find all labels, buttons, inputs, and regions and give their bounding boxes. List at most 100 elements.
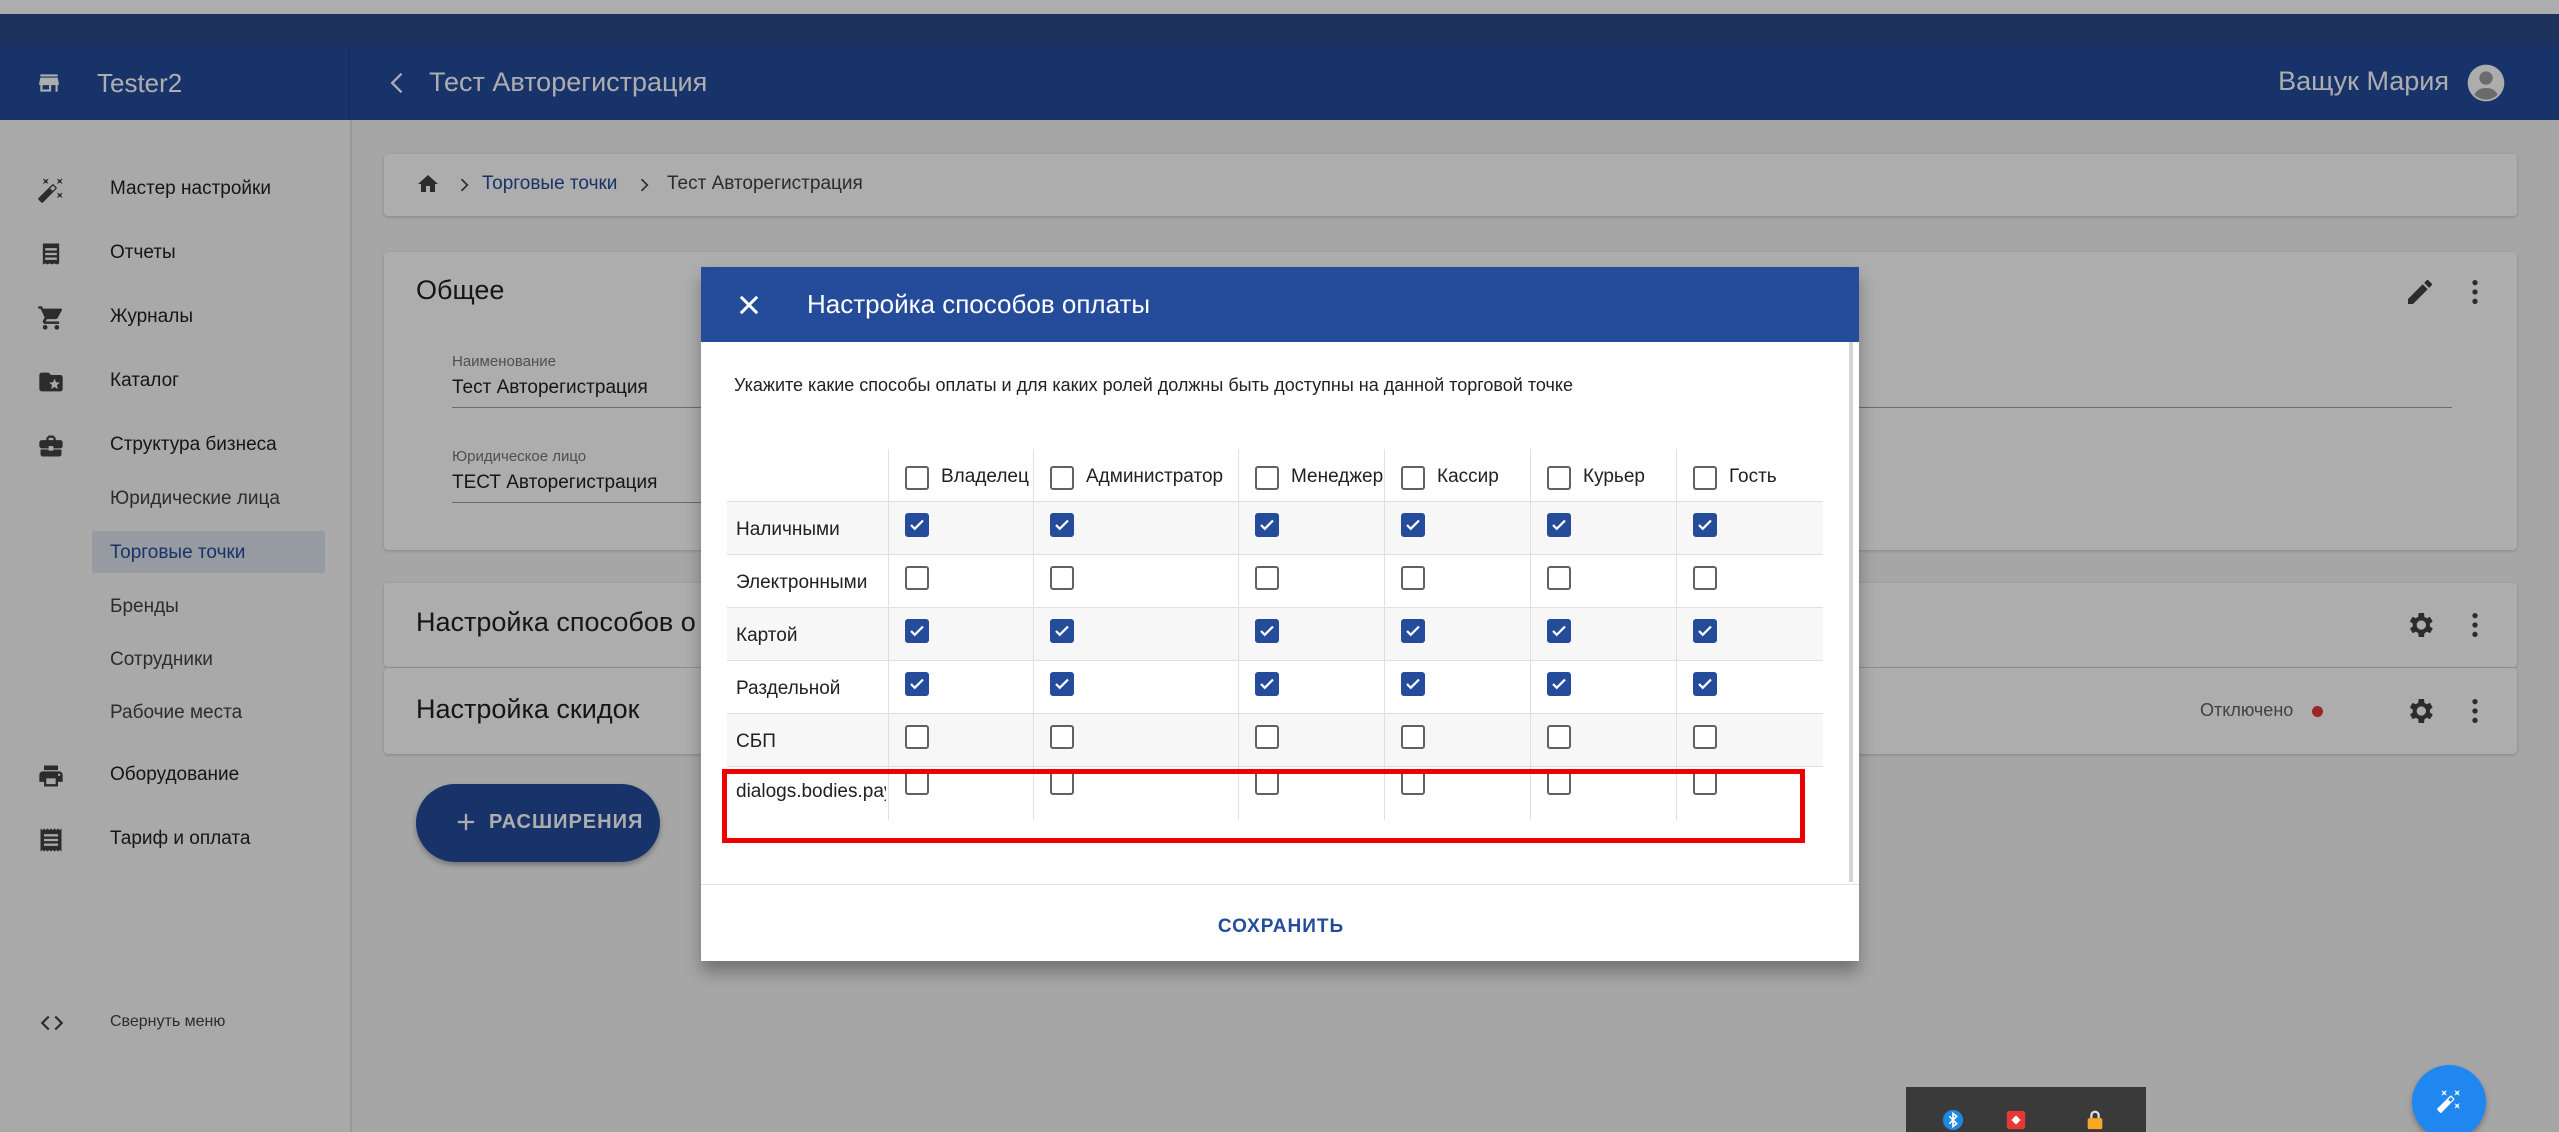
- dialog-title: Настройка способов оплаты: [807, 289, 1151, 319]
- permission-checkbox[interactable]: [1547, 513, 1571, 537]
- table-cell: [1238, 714, 1384, 766]
- table-cell: [1384, 608, 1530, 660]
- table-cell: [1384, 502, 1530, 554]
- permission-checkbox[interactable]: [1401, 672, 1425, 696]
- select-column-checkbox[interactable]: [1401, 466, 1425, 490]
- table-cell: [1676, 608, 1823, 660]
- permission-checkbox[interactable]: [1255, 513, 1279, 537]
- table-cell: [1033, 502, 1238, 554]
- app-tray-icon[interactable]: [2005, 1109, 2027, 1131]
- table-cell: [1238, 661, 1384, 713]
- table-cell: [1033, 714, 1238, 766]
- permission-checkbox[interactable]: [1050, 619, 1074, 643]
- system-tray: [1906, 1087, 2146, 1132]
- permission-checkbox[interactable]: [1255, 619, 1279, 643]
- permission-checkbox[interactable]: [1693, 725, 1717, 749]
- table-cell: [888, 608, 1033, 660]
- payment-method-label: Картой: [736, 625, 798, 646]
- table-cell: [888, 555, 1033, 607]
- permission-checkbox[interactable]: [905, 619, 929, 643]
- permission-checkbox[interactable]: [1401, 566, 1425, 590]
- table-cell: [1530, 502, 1676, 554]
- permission-checkbox[interactable]: [1255, 672, 1279, 696]
- permission-checkbox[interactable]: [1693, 513, 1717, 537]
- role-header-label: Кассир: [1437, 466, 1499, 487]
- table-cell: [888, 661, 1033, 713]
- column-header-cell: Гость: [1676, 449, 1823, 501]
- column-header-cell: Кассир: [1384, 449, 1530, 501]
- payment-methods-dialog: Настройка способов оплаты Укажите какие …: [701, 267, 1859, 961]
- table-cell: [1238, 502, 1384, 554]
- table-cell: [1676, 502, 1823, 554]
- table-cell: [1676, 661, 1823, 713]
- table-row: Наличными: [727, 502, 1823, 555]
- table-row: Электронными: [727, 555, 1823, 608]
- table-cell: [1033, 608, 1238, 660]
- table-cell: [1676, 555, 1823, 607]
- role-header-label: Администратор: [1086, 466, 1224, 487]
- select-column-checkbox[interactable]: [1050, 466, 1074, 490]
- table-cell: [1530, 608, 1676, 660]
- table-cell: [1384, 555, 1530, 607]
- column-header-cell: Администратор: [1033, 449, 1238, 501]
- payment-method-label: СБП: [736, 731, 776, 752]
- role-header-label: Гость: [1729, 466, 1777, 487]
- column-header-cell: Менеджер: [1238, 449, 1384, 501]
- table-cell: [1033, 555, 1238, 607]
- role-header-label: Курьер: [1583, 466, 1645, 487]
- permission-checkbox[interactable]: [905, 672, 929, 696]
- permission-checkbox[interactable]: [905, 725, 929, 749]
- table-cell: [1676, 714, 1823, 766]
- table-cell: [888, 502, 1033, 554]
- table-header-row: Владелец Администратор Менеджер Кассир Курье…: [727, 449, 1823, 502]
- role-header-label: Менеджер: [1291, 466, 1384, 487]
- permission-checkbox[interactable]: [1050, 725, 1074, 749]
- dialog-description: Укажите какие способы оплаты и для каких…: [734, 375, 1573, 395]
- dialog-footer-divider: [701, 884, 1859, 885]
- permission-checkbox[interactable]: [1547, 725, 1571, 749]
- select-column-checkbox[interactable]: [905, 466, 929, 490]
- permission-checkbox[interactable]: [1050, 672, 1074, 696]
- table-row: Картой: [727, 608, 1823, 661]
- permission-checkbox[interactable]: [1547, 566, 1571, 590]
- select-column-checkbox[interactable]: [1693, 466, 1717, 490]
- permission-checkbox[interactable]: [1050, 566, 1074, 590]
- table-cell: [1384, 661, 1530, 713]
- select-column-checkbox[interactable]: [1255, 466, 1279, 490]
- table-row: СБП: [727, 714, 1823, 767]
- select-column-checkbox[interactable]: [1547, 466, 1571, 490]
- permission-checkbox[interactable]: [1255, 566, 1279, 590]
- table-cell: [1530, 714, 1676, 766]
- close-icon[interactable]: [735, 291, 763, 319]
- magic-wand-icon: [2437, 1090, 2460, 1113]
- highlight-annotation-box: [722, 769, 1805, 843]
- permission-checkbox[interactable]: [1693, 672, 1717, 696]
- column-header-cell: Курьер: [1530, 449, 1676, 501]
- table-cell: [1384, 714, 1530, 766]
- permission-checkbox[interactable]: [1255, 725, 1279, 749]
- bluetooth-icon[interactable]: [1942, 1109, 1964, 1131]
- permission-checkbox[interactable]: [1693, 566, 1717, 590]
- permission-checkbox[interactable]: [1547, 672, 1571, 696]
- payment-method-label: Раздельной: [736, 678, 841, 699]
- table-cell: [1530, 555, 1676, 607]
- permission-checkbox[interactable]: [1693, 619, 1717, 643]
- table-cell: [1238, 555, 1384, 607]
- permission-checkbox[interactable]: [905, 566, 929, 590]
- table-cell: [1530, 661, 1676, 713]
- permission-checkbox[interactable]: [1401, 619, 1425, 643]
- save-button[interactable]: СОХРАНИТЬ: [1201, 907, 1361, 947]
- table-row: Раздельной: [727, 661, 1823, 714]
- permission-checkbox[interactable]: [905, 513, 929, 537]
- setup-wizard-fab[interactable]: [2412, 1065, 2486, 1132]
- permission-checkbox[interactable]: [1401, 725, 1425, 749]
- permission-checkbox[interactable]: [1547, 619, 1571, 643]
- lock-icon[interactable]: [2084, 1109, 2106, 1131]
- permission-checkbox[interactable]: [1401, 513, 1425, 537]
- dialog-scrollbar[interactable]: [1849, 342, 1853, 882]
- dialog-header: Настройка способов оплаты: [701, 267, 1859, 342]
- table-cell: [888, 714, 1033, 766]
- permission-checkbox[interactable]: [1050, 513, 1074, 537]
- table-cell: [1238, 608, 1384, 660]
- payment-method-label: Наличными: [736, 519, 840, 540]
